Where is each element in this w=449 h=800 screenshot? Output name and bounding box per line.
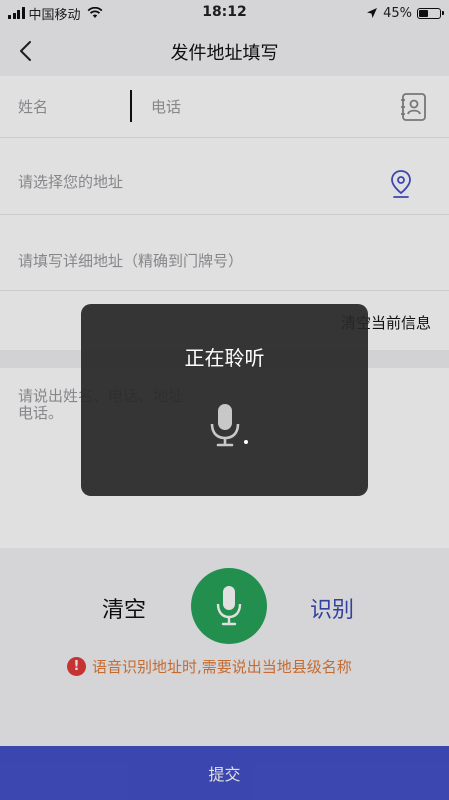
listening-title: 正在聆听 (184, 346, 265, 370)
name-phone-row (0, 76, 449, 138)
voice-controls: 清空 识别 ! 语音识别地址时,需要说出当地县级名称 (0, 548, 449, 746)
listening-indicator-dot (244, 440, 248, 444)
warning-icon: ! (67, 657, 86, 676)
input-cursor (130, 90, 132, 122)
microphone-icon (216, 586, 242, 626)
microphone-icon (210, 404, 240, 447)
battery-icon (417, 7, 444, 19)
nav-bar: 发件地址填写 (0, 26, 449, 76)
location-arrow-icon (367, 8, 378, 18)
location-pin-icon[interactable] (388, 168, 414, 200)
tip-text: 语音识别地址时,需要说出当地县级名称 (92, 658, 352, 676)
submit-button[interactable]: 提交 (0, 746, 449, 800)
status-bar: 中国移动 18:12 45% (0, 0, 449, 26)
status-right: 45% (366, 4, 444, 22)
listening-popup: 正在聆听 (81, 304, 368, 496)
address-select[interactable]: 请选择您的地址 (18, 171, 123, 192)
battery-fill (419, 9, 428, 17)
battery-percent: 45% (383, 5, 412, 21)
page-title: 发件地址填写 (170, 43, 279, 64)
contact-book-icon[interactable] (400, 92, 428, 122)
phone-input[interactable]: 电话 (151, 96, 181, 117)
mic-button[interactable] (191, 568, 267, 644)
clear-button[interactable]: 清空 (102, 592, 146, 624)
voice-tip: ! 语音识别地址时,需要说出当地县级名称 (67, 656, 352, 677)
detail-address-input[interactable]: 请填写详细地址（精确到门牌号） (18, 250, 243, 271)
name-input[interactable]: 姓名 (18, 96, 48, 117)
recognize-button[interactable]: 识别 (310, 592, 354, 624)
